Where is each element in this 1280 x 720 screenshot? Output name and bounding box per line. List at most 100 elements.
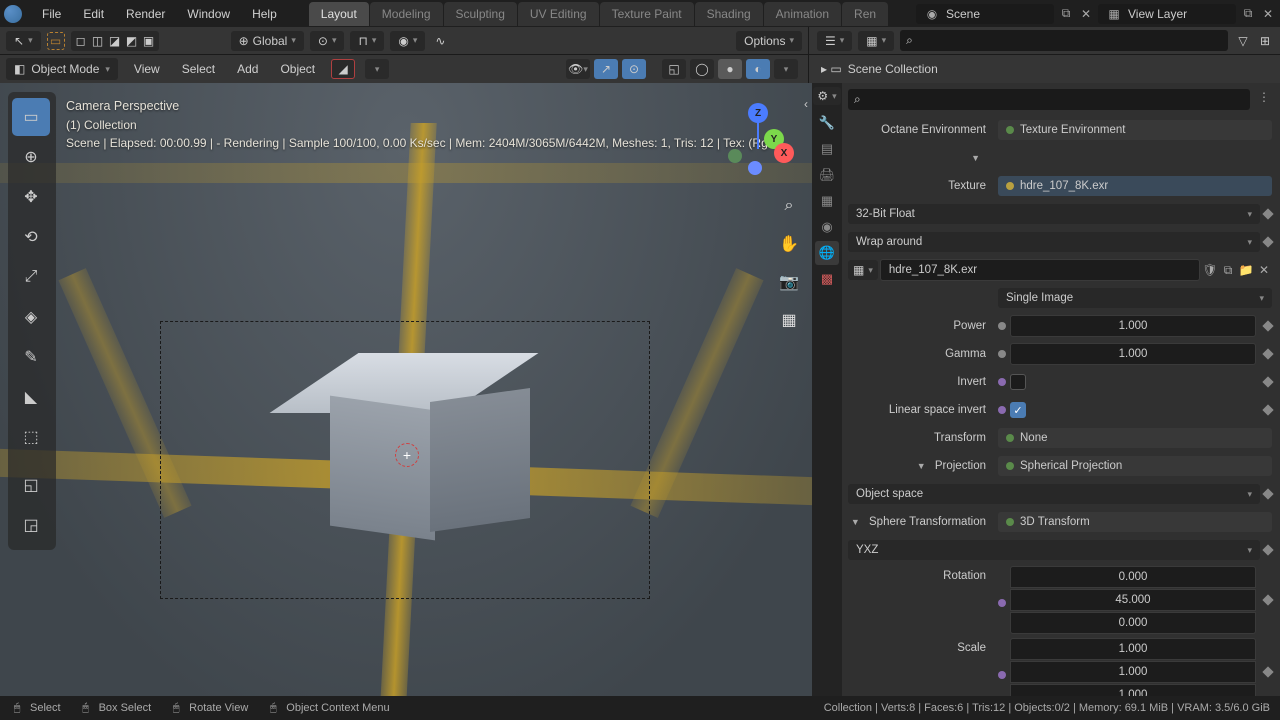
tool-extra-1[interactable]: ◱ [12, 466, 50, 504]
socket-dot-icon[interactable] [998, 599, 1006, 607]
socket-dot-icon[interactable] [998, 322, 1006, 330]
socket-dot-icon[interactable] [998, 671, 1006, 679]
menu-help[interactable]: Help [242, 3, 287, 25]
new-collection-icon[interactable]: ⊞ [1256, 32, 1274, 50]
properties-search-input[interactable] [865, 94, 1244, 106]
tab-shading[interactable]: Shading [695, 2, 763, 26]
axis-x-icon[interactable]: X [774, 143, 794, 163]
ptab-world[interactable]: 🌐 [815, 241, 839, 265]
properties-editor-type[interactable]: ⚙▾ [813, 87, 840, 105]
dropdown-rotation-order[interactable]: YXZ ▾ [848, 540, 1260, 560]
scene-selector[interactable]: ◉ [916, 4, 1054, 24]
options-dropdown[interactable]: Options ▾ [736, 31, 802, 51]
unlink-icon[interactable]: ✕ [1256, 262, 1272, 278]
socket-dot-icon[interactable] [998, 378, 1006, 386]
dropdown-object-space[interactable]: Object space ▾ [848, 484, 1260, 504]
keyframe-diamond-icon[interactable] [1262, 594, 1273, 605]
image-datablock-dropdown[interactable]: ▦▾ [848, 260, 878, 280]
tab-rendering[interactable]: Ren [842, 2, 888, 26]
menu-window[interactable]: Window [177, 3, 240, 25]
field-texture[interactable]: hdre_107_8K.exr [998, 176, 1272, 196]
menu-edit[interactable]: Edit [73, 3, 114, 25]
field-rotation-z[interactable]: 0.000 [1010, 612, 1256, 634]
viewlayer-selector[interactable]: ▦ [1098, 4, 1236, 24]
tool-rotate[interactable]: ⟲ [12, 218, 50, 256]
ptab-scene[interactable]: ◉ [815, 215, 839, 239]
field-scale-z[interactable]: 1.000 [1010, 684, 1256, 696]
outliner-search-input[interactable] [917, 35, 1222, 47]
field-rotation-y[interactable]: 45.000 [1010, 589, 1256, 611]
options-icon[interactable]: ⋮ [1256, 89, 1272, 105]
tab-animation[interactable]: Animation [764, 2, 841, 26]
perspective-toggle-icon[interactable]: ▦ [776, 307, 802, 333]
ptab-render[interactable]: ▤ [815, 137, 839, 161]
proportional-dropdown[interactable]: ◉ ▾ [390, 31, 425, 51]
keyframe-diamond-icon[interactable] [1262, 348, 1273, 359]
orientation-dropdown[interactable]: ⊕ Global ▾ [231, 31, 304, 51]
keyframe-diamond-icon[interactable] [1262, 320, 1273, 331]
shading-dropdown[interactable]: ▾ [774, 59, 798, 79]
keyframe-diamond-icon[interactable] [1262, 666, 1273, 677]
visibility-dropdown[interactable]: 👁▾ [566, 59, 590, 79]
mode-selector[interactable]: ◧ Object Mode ▾ [6, 58, 118, 80]
ptab-viewlayer[interactable]: ▦ [815, 189, 839, 213]
keyframe-diamond-icon[interactable] [1262, 236, 1273, 247]
disclosure-triangle-icon[interactable]: ▼ [917, 461, 926, 471]
viewlayer-input[interactable] [1128, 7, 1228, 21]
vp-menu-object[interactable]: Object [274, 60, 321, 78]
pan-icon[interactable]: ✋ [776, 231, 802, 257]
menu-render[interactable]: Render [116, 3, 175, 25]
select-box-icon[interactable]: ▭ [47, 32, 65, 50]
filter-icon[interactable]: ▽ [1234, 32, 1252, 50]
image-name-field[interactable]: hdre_107_8K.exr [880, 259, 1200, 281]
ptab-texture[interactable]: ▩ [815, 267, 839, 291]
disclosure-triangle-icon[interactable]: ▼ [971, 153, 980, 163]
field-transform[interactable]: None [998, 428, 1272, 448]
shading-wireframe-button[interactable]: ◯ [690, 59, 714, 79]
snap-dropdown[interactable]: ⊓ ▾ [350, 31, 384, 51]
ptab-tool[interactable]: 🔧 [815, 111, 839, 135]
tab-layout[interactable]: Layout [309, 2, 369, 26]
menu-file[interactable]: File [32, 3, 71, 25]
xray-button[interactable]: ◱ [662, 59, 686, 79]
close-scene-icon[interactable]: ✕ [1078, 6, 1094, 22]
scene-name-input[interactable] [946, 7, 1046, 21]
tool-add-cube[interactable]: ⬚ [12, 418, 50, 456]
tab-texture-paint[interactable]: Texture Paint [600, 2, 694, 26]
outliner-display-mode[interactable]: ▦▾ [858, 31, 894, 51]
new-scene-icon[interactable]: ⧉ [1058, 6, 1074, 22]
checkbox-linear-invert[interactable]: ✓ [1010, 402, 1026, 418]
axis-z-icon[interactable]: Z [748, 103, 768, 123]
tool-transform[interactable]: ◈ [12, 298, 50, 336]
close-viewlayer-icon[interactable]: ✕ [1260, 6, 1276, 22]
ptab-output[interactable]: 🖨 [815, 163, 839, 187]
vp-menu-add[interactable]: Add [231, 60, 264, 78]
new-viewlayer-icon[interactable]: ⧉ [1240, 6, 1256, 22]
field-scale-x[interactable]: 1.000 [1010, 638, 1256, 660]
axis-neg-icon[interactable] [728, 149, 742, 163]
tool-select-box[interactable]: ▭ [12, 98, 50, 136]
checkbox-invert[interactable] [1010, 374, 1026, 390]
select-mode-1[interactable]: ◻ [73, 33, 89, 49]
axis-neg-z-icon[interactable] [748, 161, 762, 175]
dropdown-bit-depth[interactable]: 32-Bit Float ▾ [848, 204, 1260, 224]
field-projection[interactable]: Spherical Projection [998, 456, 1272, 476]
field-scale-y[interactable]: 1.000 [1010, 661, 1256, 683]
tool-cursor[interactable]: ⊕ [12, 138, 50, 176]
gizmos-button[interactable]: ↗ [594, 59, 618, 79]
tab-uv-editing[interactable]: UV Editing [518, 2, 599, 26]
select-mode-5[interactable]: ▣ [141, 33, 157, 49]
3d-viewport[interactable]: Camera Perspective (1) Collection Scene … [0, 83, 812, 696]
overlays-button[interactable]: ⊙ [622, 59, 646, 79]
field-sphere-transform[interactable]: 3D Transform [998, 512, 1272, 532]
gizmo-more-button[interactable]: ▾ [365, 59, 389, 79]
collapse-panel-icon[interactable]: ‹ [804, 97, 808, 111]
keyframe-diamond-icon[interactable] [1262, 404, 1273, 415]
socket-dot-icon[interactable] [998, 350, 1006, 358]
outliner-scene-collection[interactable]: ▸ ▭ Scene Collection [821, 59, 938, 79]
tab-modeling[interactable]: Modeling [370, 2, 443, 26]
app-logo-icon[interactable] [4, 5, 22, 23]
vp-menu-view[interactable]: View [128, 60, 166, 78]
tool-move[interactable]: ✥ [12, 178, 50, 216]
field-octane-environment[interactable]: Texture Environment [998, 120, 1272, 140]
